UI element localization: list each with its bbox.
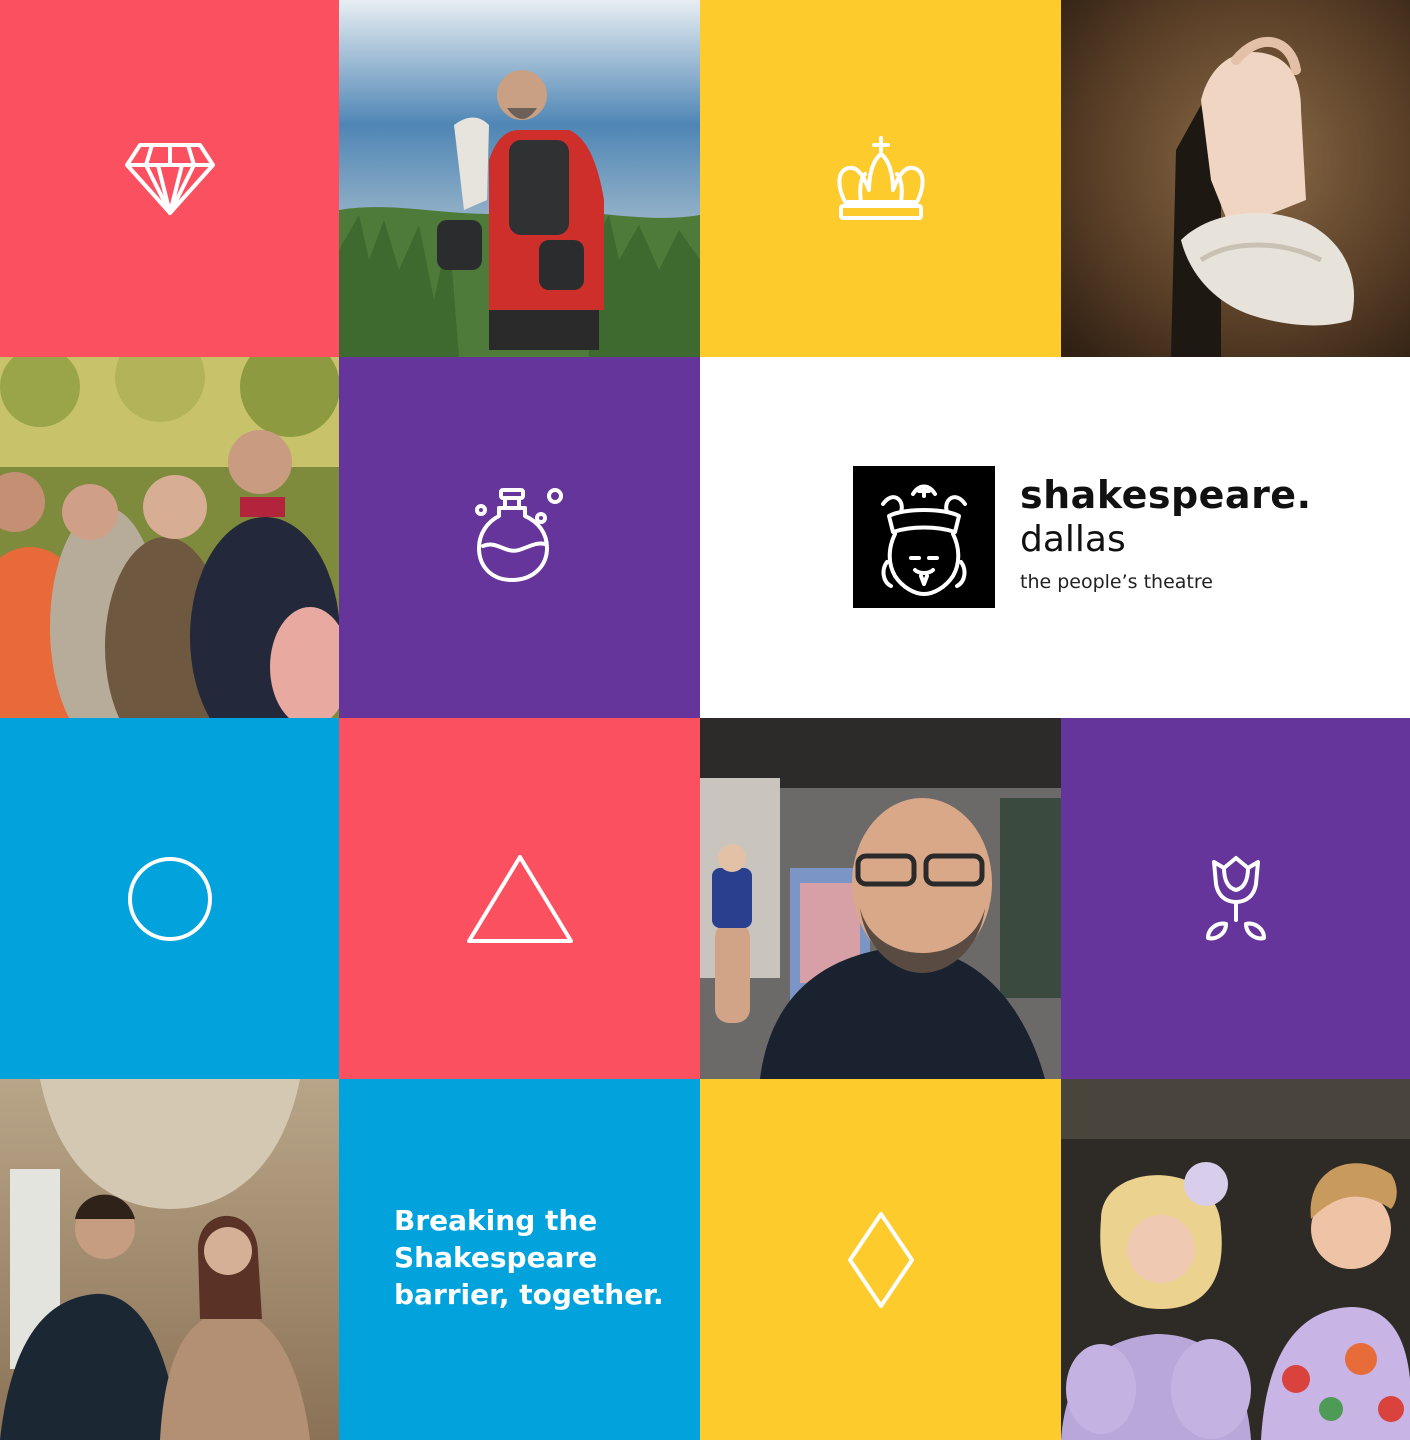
brand-logo-mark [853,466,995,608]
rose-icon [1205,855,1266,940]
rose-tile [1061,718,1410,1079]
diamond-gem-icon [124,142,215,215]
brand-city: dallas [1020,519,1126,560]
photo-man-with-puppet [700,718,1061,1079]
crown-tile [700,0,1061,357]
circle-icon [127,856,212,941]
tagline-line-2: Shakespeare [394,1241,598,1274]
rhombus-tile [700,1079,1061,1440]
tile-grid: shakespeare. dallas the people’s theatre [0,0,1410,1440]
potion-flask-icon [474,487,563,582]
circle-tile [0,718,339,1079]
photo-comic-actors [1061,1079,1410,1440]
crowned-bard-icon [881,484,967,596]
brand-name: shakespeare. [1020,473,1312,517]
tagline-line-1: Breaking the [394,1204,598,1237]
photo-palace-couple [0,1079,339,1440]
triangle-tile [339,718,700,1079]
triangle-icon [466,854,573,943]
tagline-tile: Breaking the Shakespeare barrier, togeth… [339,1079,700,1440]
photo-costume-ensemble [0,357,339,718]
crown-icon [837,135,924,220]
tagline-text: Breaking the Shakespeare barrier, togeth… [394,1202,694,1313]
tagline-line-3: barrier, together. [394,1278,664,1311]
diamond-tile [0,0,339,357]
brand-tagline: the people’s theatre [1020,571,1213,593]
brand-logo-panel: shakespeare. dallas the people’s theatre [700,357,1410,718]
photo-lace-hands [1061,0,1410,357]
rhombus-icon [847,1211,914,1308]
potion-tile [339,357,700,718]
photo-armored-actor [339,0,700,357]
